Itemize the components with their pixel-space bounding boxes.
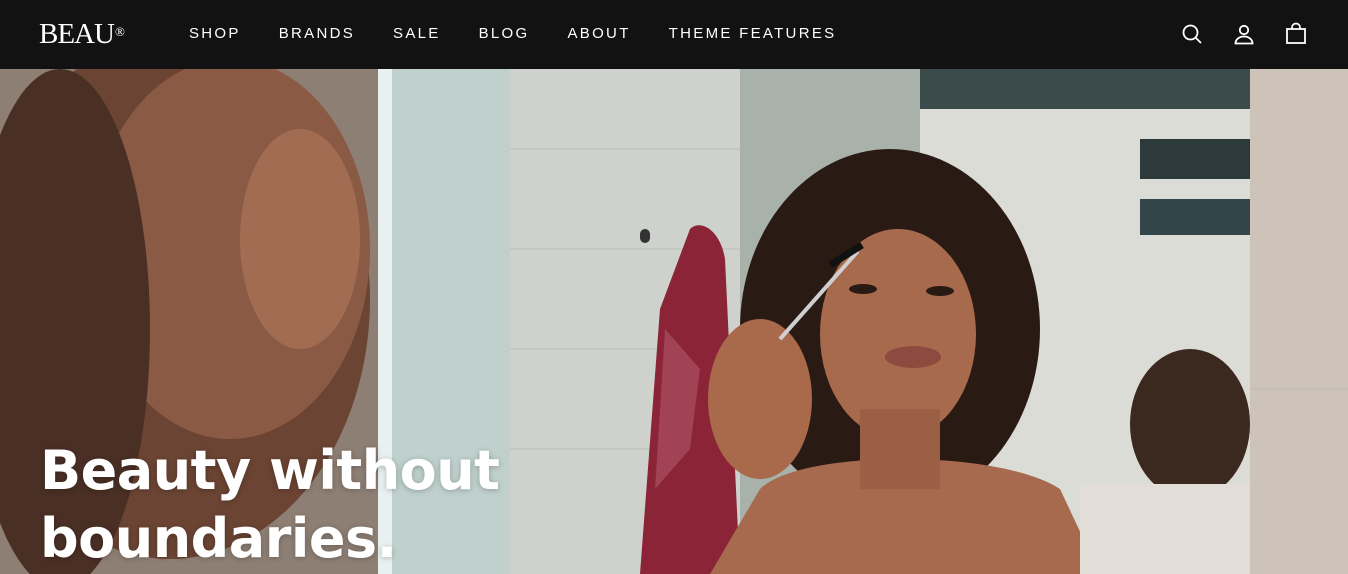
site-header: BEAU® SHOP BRANDS SALE BLOG ABOUT THEME …: [0, 0, 1348, 69]
header-actions: [1180, 22, 1308, 46]
nav-item-brands[interactable]: BRANDS: [279, 25, 355, 43]
search-icon[interactable]: [1180, 22, 1204, 46]
cart-icon[interactable]: [1284, 22, 1308, 46]
account-icon[interactable]: [1232, 22, 1256, 46]
brand-logo[interactable]: BEAU®: [39, 19, 125, 49]
brand-name: BEAU: [39, 18, 115, 50]
nav-item-sale[interactable]: SALE: [393, 25, 441, 43]
brand-registered-mark: ®: [114, 24, 125, 39]
nav-item-about[interactable]: ABOUT: [567, 25, 630, 43]
hero-title-line-1: Beauty without: [40, 439, 500, 502]
nav-item-theme-features[interactable]: THEME FEATURES: [669, 25, 837, 43]
hero-title-line-2: boundaries.: [40, 507, 397, 570]
nav-item-blog[interactable]: BLOG: [479, 25, 530, 43]
nav-item-shop[interactable]: SHOP: [189, 25, 241, 43]
hero-title: Beauty without boundaries.: [40, 437, 560, 573]
main-nav: SHOP BRANDS SALE BLOG ABOUT THEME FEATUR…: [189, 25, 874, 43]
hero-banner: Beauty without boundaries.: [0, 69, 1348, 574]
